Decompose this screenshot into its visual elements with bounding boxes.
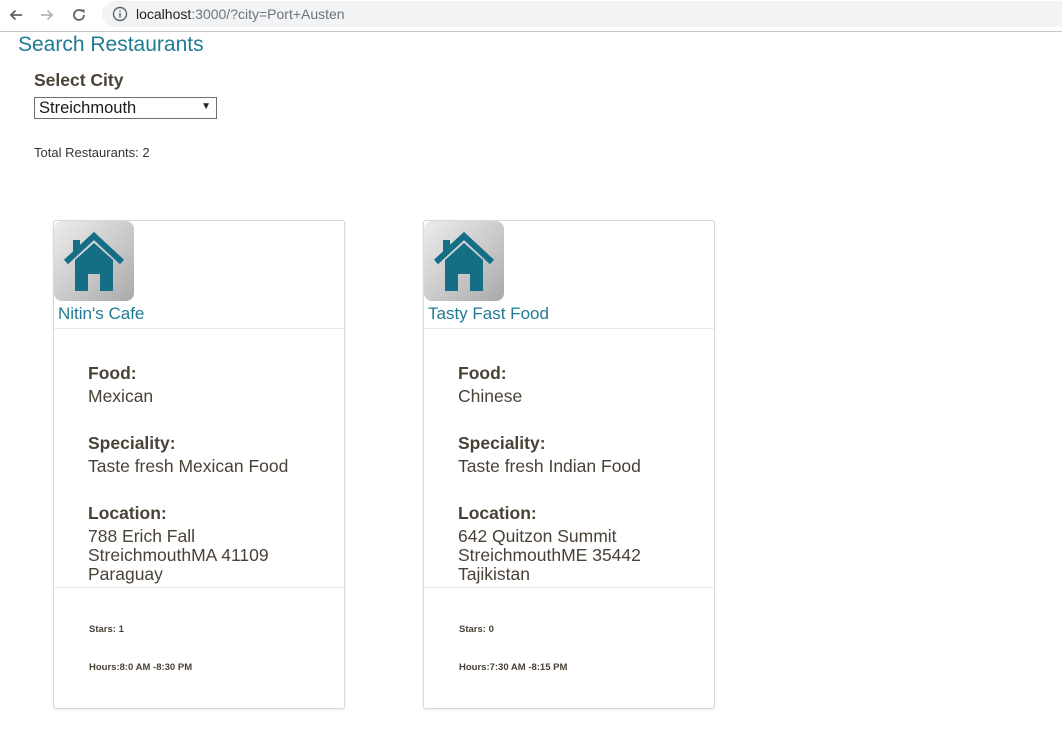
food-label: Food: [88,363,137,383]
url-path: :3000/?city=Port+Austen [191,6,345,22]
address-line-2: StreichmouthME 35442 [458,545,641,565]
browser-toolbar: localhost:3000/?city=Port+Austen [0,0,1062,32]
restaurant-card: Tasty Fast Food Food: Chinese Speciality… [423,220,715,709]
url-host: localhost [136,6,192,22]
url-text[interactable]: localhost:3000/?city=Port+Austen [136,6,345,22]
stars-text: Stars: 1 [89,624,124,635]
city-select-value: Streichmouth [39,99,137,117]
page-title: Search Restaurants [18,33,204,56]
restaurant-thumbnail [54,221,134,301]
address-line-2: StreichmouthMA 41109 [88,545,269,565]
forward-arrow-icon [41,9,54,21]
speciality-label: Speciality: [458,433,546,453]
reload-icon [73,9,85,21]
divider [54,328,344,329]
address-line-1: 642 Quitzon Summit [458,526,617,546]
hours-text: Hours:7:30 AM -8:15 PM [459,662,568,673]
restaurant-name-link[interactable]: Nitin's Cafe [58,304,144,324]
select-city-label: Select City [34,70,124,90]
hours-text: Hours:8:0 AM -8:30 PM [89,662,193,673]
house-icon [63,231,125,291]
info-icon[interactable] [112,6,128,22]
restaurant-card: Nitin's Cafe Food: Mexican Speciality: T… [53,220,345,709]
location-label: Location: [88,503,167,523]
address-line-3: Paraguay [88,564,163,584]
divider [424,328,714,329]
speciality-value: Taste fresh Indian Food [458,456,641,476]
restaurant-thumbnail [424,221,504,301]
back-arrow-icon [9,9,22,21]
food-value: Chinese [458,386,523,406]
restaurant-name-link[interactable]: Tasty Fast Food [428,304,549,324]
food-value: Mexican [88,386,154,406]
city-select[interactable]: Streichmouth ▼ [34,97,217,119]
address-line-3: Tajikistan [458,564,530,584]
location-label: Location: [458,503,537,523]
speciality-value: Taste fresh Mexican Food [88,456,289,476]
back-button[interactable] [5,4,27,26]
caret-down-icon: ▼ [201,101,211,112]
food-label: Food: [458,363,507,383]
address-line-1: 788 Erich Fall [88,526,195,546]
house-icon [433,231,495,291]
speciality-label: Speciality: [88,433,176,453]
total-restaurants: Total Restaurants: 2 [34,145,150,160]
reload-button[interactable] [68,4,90,26]
divider [54,587,344,588]
divider [424,587,714,588]
stars-text: Stars: 0 [459,624,494,635]
address-bar[interactable]: localhost:3000/?city=Port+Austen [102,1,1062,27]
forward-button[interactable] [36,4,58,26]
